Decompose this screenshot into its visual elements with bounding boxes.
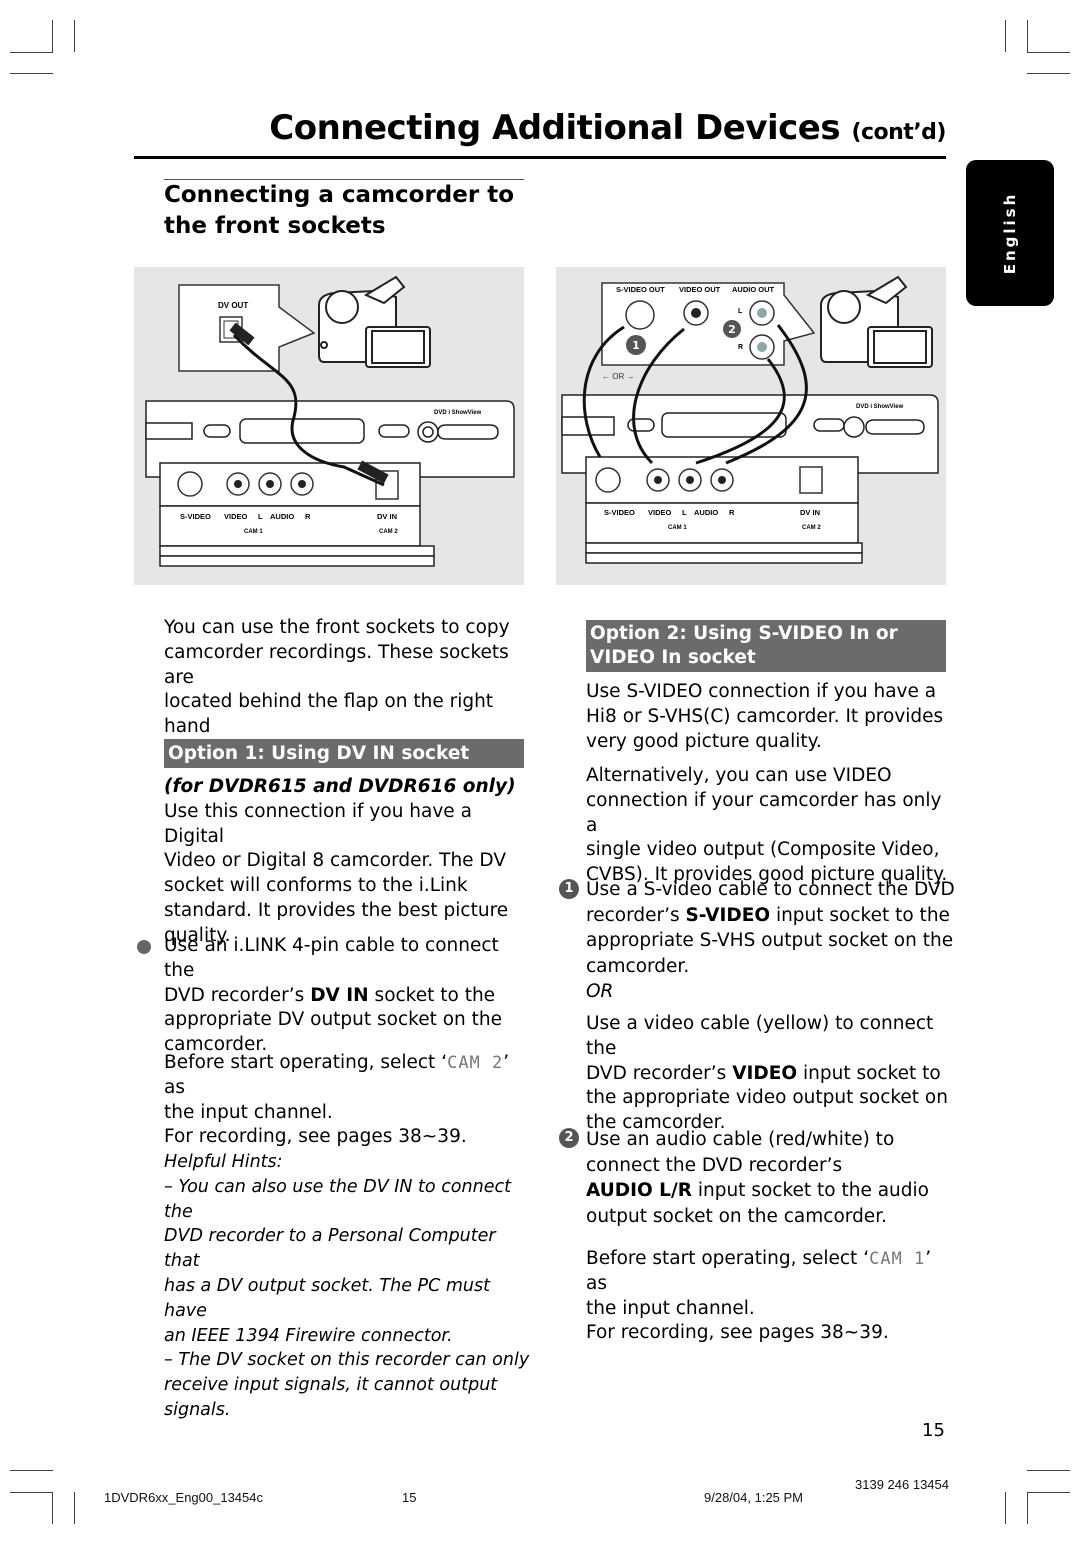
callout-box [178,284,316,372]
audio-r-label: R [738,344,743,351]
footer-page: 15 [402,1490,417,1505]
panel-label-cam1: CAM 1 [668,525,687,531]
option2-alternative: Alternatively, you can use VIDEO connect… [586,765,948,886]
crop-mark [1027,1492,1028,1524]
title-rule [134,156,946,159]
panel-label-cam1: CAM 1 [244,529,263,535]
hints-title: Helpful Hints: [164,1152,283,1172]
video-out-label: VIDEO OUT [679,285,721,294]
step-1-instruction: Use a S-video cable to connect the DVD r… [586,877,956,1005]
lcd-display-text: CAM 1 [869,1249,926,1269]
camcorder-icon [318,275,431,368]
svideo-out-socket [625,300,655,330]
section-heading-line: the front sockets [164,213,386,239]
recorder-badges: DVD i ShowView [434,410,482,416]
crop-mark [52,20,53,52]
or-arrow-label: ← OR → [602,372,634,381]
lcd-display-text: CAM 2 [447,1053,504,1073]
step-1-icon: 1 [559,879,579,899]
panel-label-r: R [729,508,735,517]
step-2-instruction: Use an audio cable (red/white) to connec… [586,1129,929,1227]
page-title: Connecting Additional Devices (cont’d) [269,108,946,148]
footer-code: 3139 246 13454 [855,1477,949,1492]
dv-in-socket [799,466,823,494]
camcorder-icon [820,275,933,368]
crop-mark [10,73,53,74]
crop-mark [1027,20,1028,52]
panel-label-audio: AUDIO [694,508,718,517]
panel-label-video: VIDEO [224,512,248,521]
panel-label-r: R [305,512,311,521]
dv-instruction: Use an i.LINK 4-pin cable to connect the… [164,935,503,1056]
step-1-alternative: Use a video cable (yellow) to connect th… [586,1013,948,1134]
dv-out-label: DV OUT [218,301,248,310]
or-label: OR [586,981,614,1002]
option1-heading: Option 1: Using DV IN socket [164,739,524,768]
panel-label-cam2: CAM 2 [379,529,398,535]
panel-label-svideo: S-VIDEO [604,508,635,517]
svideo-out-label: S-VIDEO OUT [616,285,665,294]
panel-label-video: VIDEO [648,508,672,517]
panel-label-cam2: CAM 2 [802,525,821,531]
step-marker-2-label: 2 [728,323,736,336]
crop-mark [1027,1470,1070,1471]
svideo-socket [177,471,203,497]
flap [585,542,863,554]
section-heading-line: Connecting a camcorder to [164,182,515,208]
crop-mark [1027,52,1070,53]
page-title-suffix: (cont’d) [851,120,946,145]
figure-svideo-connection: S-VIDEO OUT VIDEO OUT AUDIO OUT L R 1 2 … [556,267,946,585]
panel-label-audio: AUDIO [270,512,294,521]
select-cam1-instruction: Before start operating, select ‘CAM 1’ a… [586,1248,932,1344]
step-marker-1-label: 1 [632,339,640,352]
option2-heading: Option 2: Using S-VIDEO In or VIDEO In s… [586,620,946,672]
crop-mark [10,52,53,53]
audio-l-label: L [738,308,743,315]
crop-mark [1005,1492,1006,1524]
footer-filename: 1DVDR6xx_Eng00_13454c [104,1490,263,1505]
language-tab-label: English [1001,191,1019,275]
panel-label-dv-in: DV IN [800,508,820,517]
crop-mark [74,1492,75,1524]
svideo-socket [595,467,621,493]
page-number: 15 [922,1420,945,1441]
select-cam2-instruction: Before start operating, select ‘CAM 2’ a… [164,1052,510,1148]
panel-label-l: L [682,508,687,517]
recorder-badges: DVD i ShowView [856,404,904,410]
figure-dv-connection: DV OUT DVD i ShowView S-VIDEO VIDEO L AU… [134,267,524,585]
panel-label-l: L [258,512,263,521]
crop-mark [74,20,75,52]
panel-label-dv-in: DV IN [377,512,397,521]
crop-mark [1027,73,1070,74]
flap [159,545,435,557]
section-heading: Connecting a camcorder to the front sock… [164,180,544,242]
svideo-connection-illustration: S-VIDEO OUT VIDEO OUT AUDIO OUT L R 1 2 … [561,275,939,564]
crop-mark [10,1492,53,1493]
footer-date: 9/28/04, 1:25 PM [704,1490,804,1505]
bullet-icon [137,940,151,954]
panel-label-svideo: S-VIDEO [180,512,211,521]
crop-mark [1005,20,1006,52]
language-tab: English [966,160,1054,306]
step-2-icon: 2 [559,1128,579,1148]
option1-description: (for DVDR615 and DVDR616 only) Use this … [164,775,534,949]
crop-mark [1027,1492,1070,1493]
helpful-hints: Helpful Hints: – You can also use the DV… [164,1150,534,1423]
dv-connection-illustration: DV OUT DVD i ShowView S-VIDEO VIDEO L AU… [145,275,515,567]
crop-mark [10,1470,53,1471]
option2-description: Use S-VIDEO connection if you have a Hi8… [586,681,944,752]
audio-out-label: AUDIO OUT [732,285,775,294]
option1-model-note: (for DVDR615 and DVDR616 only) [164,776,516,797]
page-title-text: Connecting Additional Devices [269,108,841,148]
crop-mark [52,1492,53,1524]
